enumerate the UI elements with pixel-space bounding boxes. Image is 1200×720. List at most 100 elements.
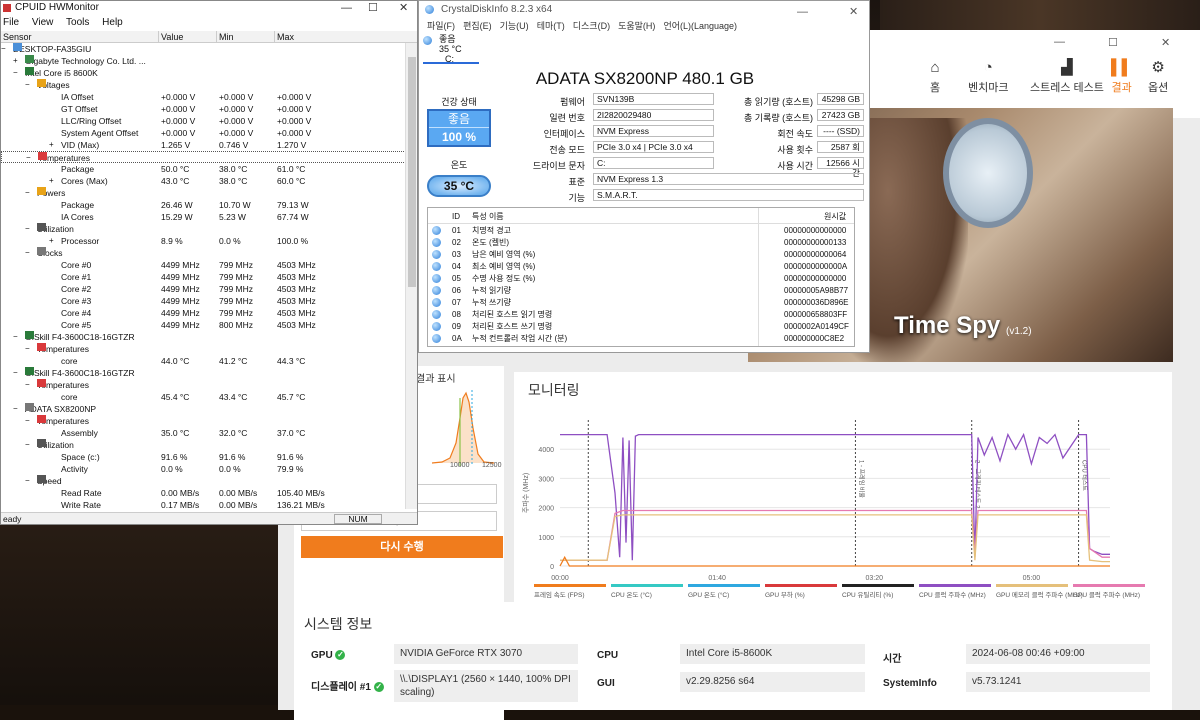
- smart-row[interactable]: 06 누적 읽기량 00000005A98B77: [428, 285, 854, 297]
- smart-row[interactable]: 0A 누적 컨트롤러 작업 시간 (분) 000000000C8E2: [428, 333, 854, 345]
- sensor-row[interactable]: − Powers: [1, 187, 405, 199]
- smart-header-raw[interactable]: 원시값: [824, 211, 846, 223]
- close-button[interactable]: ✕: [399, 1, 408, 15]
- column-min[interactable]: Min: [216, 31, 274, 43]
- sensor-row[interactable]: Package 26.46 W 10.70 W 79.13 W: [1, 199, 405, 211]
- sensor-row[interactable]: + Gigabyte Technology Co. Ltd. ...: [1, 55, 405, 67]
- sensor-row[interactable]: − Utilization: [1, 439, 405, 451]
- minimize-button[interactable]: —: [797, 3, 808, 21]
- sensor-row[interactable]: − Voltages: [1, 79, 405, 91]
- sensor-row[interactable]: − Clocks: [1, 247, 405, 259]
- sensor-row[interactable]: − Temperatures: [1, 151, 406, 163]
- sensor-row[interactable]: Activity 0.0 % 0.0 % 79.9 %: [1, 463, 405, 475]
- sensor-row[interactable]: Core #4 4499 MHz 799 MHz 4503 MHz: [1, 307, 405, 319]
- sensor-row[interactable]: − ADATA SX8200NP: [1, 403, 405, 415]
- smart-row[interactable]: 01 치명적 경고 00000000000000: [428, 225, 854, 237]
- disk-tab-c[interactable]: 좋음 35 °C C:: [423, 34, 479, 64]
- maximize-button[interactable]: ☐: [368, 1, 378, 15]
- tree-expander[interactable]: +: [49, 139, 54, 151]
- column-sensor[interactable]: Sensor: [1, 31, 32, 43]
- sensor-row[interactable]: + VID (Max) 1.265 V 0.746 V 1.270 V: [1, 139, 405, 151]
- tree-expander[interactable]: +: [13, 55, 18, 67]
- sensor-row[interactable]: − Temperatures: [1, 343, 405, 355]
- tree-expander[interactable]: −: [25, 79, 30, 91]
- minimize-button[interactable]: —: [341, 1, 352, 15]
- sensor-row[interactable]: − Utilization: [1, 223, 405, 235]
- sensor-row[interactable]: − Speed: [1, 475, 405, 487]
- smart-row[interactable]: 09 처리된 호스트 쓰기 명령 0000002A0149CF: [428, 321, 854, 333]
- sensor-row[interactable]: − Temperatures: [1, 415, 405, 427]
- smart-row[interactable]: 07 누적 쓰기량 000000036D896E: [428, 297, 854, 309]
- rerun-button[interactable]: 다시 수행: [301, 536, 503, 558]
- tree-expander[interactable]: −: [1, 43, 6, 55]
- sensor-row[interactable]: Core #3 4499 MHz 799 MHz 4503 MHz: [1, 295, 405, 307]
- cdi-menu-item[interactable]: 테마(T): [537, 21, 565, 31]
- legend-label[interactable]: CPU 온도 (°C): [611, 591, 652, 599]
- sensor-row[interactable]: IA Offset +0.000 V +0.000 V +0.000 V: [1, 91, 405, 103]
- sensor-row[interactable]: core 45.4 °C 43.4 °C 45.7 °C: [1, 391, 405, 403]
- tree-expander[interactable]: +: [49, 235, 54, 247]
- legend-label[interactable]: CPU 클럭 주파수 (MHz): [919, 590, 986, 599]
- sensor-row[interactable]: − Temperatures: [1, 379, 405, 391]
- legend-label[interactable]: GPU 메모리 클럭 주파수 (MHz): [996, 590, 1083, 599]
- sensor-row[interactable]: − Intel Core i5 8600K: [1, 67, 405, 79]
- smart-row[interactable]: 05 수명 사용 정도 (%) 00000000000000: [428, 273, 854, 285]
- column-max[interactable]: Max: [274, 31, 407, 43]
- minimize-button[interactable]: —: [1054, 36, 1065, 48]
- tree-expander[interactable]: −: [13, 67, 18, 79]
- tree-expander[interactable]: −: [13, 331, 18, 343]
- smart-row[interactable]: 04 최소 예비 영역 (%) 0000000000000A: [428, 261, 854, 273]
- sensor-row[interactable]: − G.Skill F4-3600C18-16GTZR: [1, 331, 405, 343]
- sensor-row[interactable]: Core #2 4499 MHz 799 MHz 4503 MHz: [1, 283, 405, 295]
- sensor-row[interactable]: − G.Skill F4-3600C18-16GTZR: [1, 367, 405, 379]
- smart-header-name[interactable]: 특성 이름: [472, 211, 504, 223]
- sensor-row[interactable]: Read Rate 0.00 MB/s 0.00 MB/s 105.40 MB/s: [1, 487, 405, 499]
- sensor-row[interactable]: Core #0 4499 MHz 799 MHz 4503 MHz: [1, 259, 405, 271]
- tree-expander[interactable]: −: [25, 247, 30, 259]
- tree-expander[interactable]: −: [25, 187, 30, 199]
- sensor-row[interactable]: System Agent Offset +0.000 V +0.000 V +0.00…: [1, 127, 405, 139]
- tree-expander[interactable]: −: [25, 475, 30, 487]
- close-button[interactable]: ✕: [1161, 36, 1170, 49]
- temp-value[interactable]: 35 °C: [427, 175, 491, 197]
- menu-help[interactable]: Help: [102, 17, 123, 28]
- smart-row[interactable]: 03 남은 예비 영역 (%) 00000000000064: [428, 249, 854, 261]
- cdi-menu-item[interactable]: 도움말(H): [618, 21, 655, 31]
- sensor-row[interactable]: Space (c:) 91.6 % 91.6 % 91.6 %: [1, 451, 405, 463]
- sensor-row[interactable]: core 44.0 °C 41.2 °C 44.3 °C: [1, 355, 405, 367]
- tree-expander[interactable]: −: [25, 379, 30, 391]
- menu-file[interactable]: File: [3, 17, 19, 28]
- sensor-row[interactable]: Package 50.0 °C 38.0 °C 61.0 °C: [1, 163, 405, 175]
- menu-view[interactable]: View: [32, 17, 54, 28]
- legend-label[interactable]: GPU 부하 (%): [765, 590, 805, 599]
- tree-expander[interactable]: −: [25, 343, 30, 355]
- close-button[interactable]: ✕: [849, 3, 858, 21]
- legend-label[interactable]: CPU 유틸리티 (%): [842, 590, 893, 599]
- smart-row[interactable]: 02 온도 (켈빈) 00000000000133: [428, 237, 854, 249]
- sensor-row[interactable]: LLC/Ring Offset +0.000 V +0.000 V +0.000 V: [1, 115, 405, 127]
- sensor-row[interactable]: Assembly 35.0 °C 32.0 °C 37.0 °C: [1, 427, 405, 439]
- health-status-box[interactable]: 좋음 100 %: [427, 109, 491, 147]
- sensor-row[interactable]: Write Rate 0.17 MB/s 0.00 MB/s 136.21 MB/s: [1, 499, 405, 509]
- sensor-row[interactable]: IA Cores 15.29 W 5.23 W 67.74 W: [1, 211, 405, 223]
- sensor-row[interactable]: + Processor 8.9 % 0.0 % 100.0 %: [1, 235, 405, 247]
- tree-expander[interactable]: −: [25, 439, 30, 451]
- tree-expander[interactable]: −: [13, 367, 18, 379]
- vertical-scrollbar[interactable]: [405, 43, 417, 509]
- sensor-row[interactable]: Core #5 4499 MHz 800 MHz 4503 MHz: [1, 319, 405, 331]
- maximize-button[interactable]: ☐: [1108, 36, 1118, 49]
- menu-tools[interactable]: Tools: [66, 17, 89, 28]
- sensor-row[interactable]: − DESKTOP-FA35GIU: [1, 43, 405, 55]
- sensor-row[interactable]: Core #1 4499 MHz 799 MHz 4503 MHz: [1, 271, 405, 283]
- cdi-menu-item[interactable]: 편집(E): [463, 21, 492, 31]
- column-value[interactable]: Value: [158, 31, 216, 43]
- smart-header-id[interactable]: ID: [452, 211, 460, 223]
- tree-expander[interactable]: +: [49, 175, 54, 187]
- cdi-menu-item[interactable]: 파일(F): [427, 21, 455, 31]
- legend-label[interactable]: 프레임 속도 (FPS): [534, 590, 584, 599]
- tree-expander[interactable]: −: [25, 415, 30, 427]
- cdi-menu-item[interactable]: 디스크(D): [573, 21, 610, 31]
- sensor-row[interactable]: GT Offset +0.000 V +0.000 V +0.000 V: [1, 103, 405, 115]
- legend-label[interactable]: GPU 온도 (°C): [688, 591, 729, 599]
- tree-expander[interactable]: −: [25, 223, 30, 235]
